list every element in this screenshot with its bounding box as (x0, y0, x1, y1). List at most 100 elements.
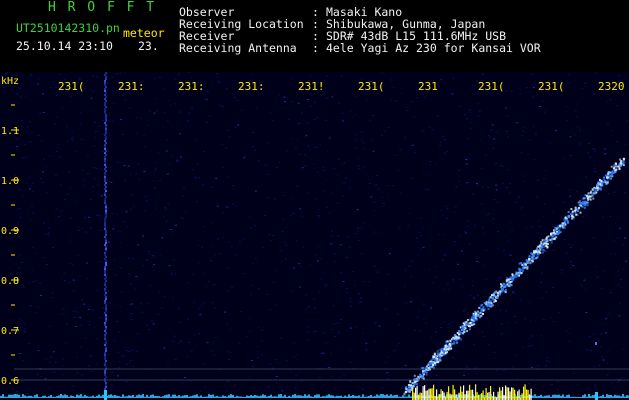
noise-dot (18, 207, 21, 209)
noise-dot (528, 139, 531, 141)
vertical-streak-segment (104, 176, 106, 178)
trace-dot (442, 350, 445, 353)
noise-dot (94, 131, 97, 132)
baseline-segment (206, 396, 208, 398)
noise-dot (271, 119, 274, 121)
noise-dot (100, 276, 103, 278)
noise-dot (24, 331, 26, 333)
noise-dot (451, 93, 454, 95)
noise-dot (469, 128, 472, 130)
trace-dot (525, 259, 528, 262)
noise-dot (168, 265, 171, 267)
noise-dot (296, 185, 299, 187)
noise-dot (235, 206, 238, 207)
noise-dot (95, 76, 98, 78)
noise-dot (370, 140, 373, 142)
meta-sep: : (312, 41, 319, 55)
tag-label: meteor (123, 26, 165, 40)
trace-dot (499, 290, 502, 293)
noise-dot (317, 246, 320, 248)
noise-dot (83, 179, 85, 180)
noise-dot (542, 297, 545, 298)
noise-dot (349, 187, 352, 189)
noise-dot (529, 91, 532, 92)
baseline-segment (626, 395, 628, 398)
vertical-streak-segment (105, 308, 107, 310)
baseline-segment (46, 396, 48, 398)
trace-dot (494, 291, 496, 294)
noise-dot (505, 310, 508, 312)
noise-dot (138, 178, 141, 180)
noise-dot (493, 358, 496, 360)
noise-dot (79, 381, 82, 382)
noise-dot (113, 103, 116, 105)
noise-dot (493, 352, 496, 353)
trace-dot (603, 176, 605, 179)
vertical-streak-segment (105, 150, 107, 152)
noise-dot (322, 352, 325, 354)
vertical-streak-segment (105, 346, 107, 348)
trace-dot (570, 208, 573, 210)
trace-dot (408, 391, 411, 393)
noise-dot (418, 232, 421, 234)
noise-dot (223, 311, 226, 313)
noise-dot (128, 351, 131, 352)
trace-dot (547, 235, 550, 238)
trace-dot (449, 339, 452, 342)
noise-dot (625, 260, 627, 262)
noise-dot (76, 372, 79, 374)
noise-dot (16, 391, 19, 392)
noise-dot (174, 358, 177, 360)
trace-dot (458, 330, 461, 332)
baseline-segment (140, 395, 142, 398)
noise-dot (314, 254, 317, 256)
noise-dot (551, 249, 554, 251)
noise-dot (124, 180, 127, 182)
noise-dot (575, 191, 578, 192)
noise-dot (92, 186, 95, 188)
noise-dot (541, 100, 544, 102)
noise-dot (293, 267, 296, 269)
vertical-streak-segment (104, 202, 106, 204)
vertical-streak-segment (104, 274, 106, 276)
noise-dot (446, 218, 449, 219)
noise-dot (20, 96, 22, 98)
noise-dot (569, 264, 572, 266)
noise-dot (410, 276, 413, 278)
noise-dot (601, 239, 604, 241)
signal-bar (487, 392, 489, 400)
trace-dot (532, 256, 534, 259)
noise-dot (159, 180, 162, 181)
vertical-streak-segment (104, 198, 106, 200)
baseline-segment (176, 396, 178, 398)
vertical-streak-segment (104, 358, 106, 360)
noise-dot (150, 199, 153, 201)
noise-dot (404, 137, 407, 139)
trace-dot (518, 270, 521, 273)
noise-dot (515, 322, 517, 324)
noise-dot (132, 365, 135, 367)
noise-dot (534, 82, 536, 84)
noise-dot (349, 305, 352, 307)
trace-dot (485, 303, 488, 306)
noise-dot (117, 351, 120, 353)
noise-dot (159, 77, 161, 79)
noise-dot (315, 331, 318, 332)
noise-dot (387, 356, 390, 358)
baseline-segment (86, 396, 88, 398)
trace-dot (453, 341, 456, 344)
noise-dot (88, 321, 91, 323)
noise-dot (274, 359, 277, 361)
noise-dot (422, 246, 425, 248)
baseline-segment (542, 396, 544, 398)
noise-dot (570, 247, 572, 248)
noise-dot (403, 285, 406, 287)
noise-dot (72, 385, 75, 387)
noise-dot (172, 233, 174, 235)
noise-dot (275, 304, 278, 306)
vertical-streak-segment (104, 122, 106, 124)
noise-dot (524, 318, 527, 320)
header: H R O F F T UT2510142310.pn meteor 25.10… (0, 0, 629, 72)
noise-dot (214, 254, 217, 256)
trace-dot (538, 244, 541, 247)
